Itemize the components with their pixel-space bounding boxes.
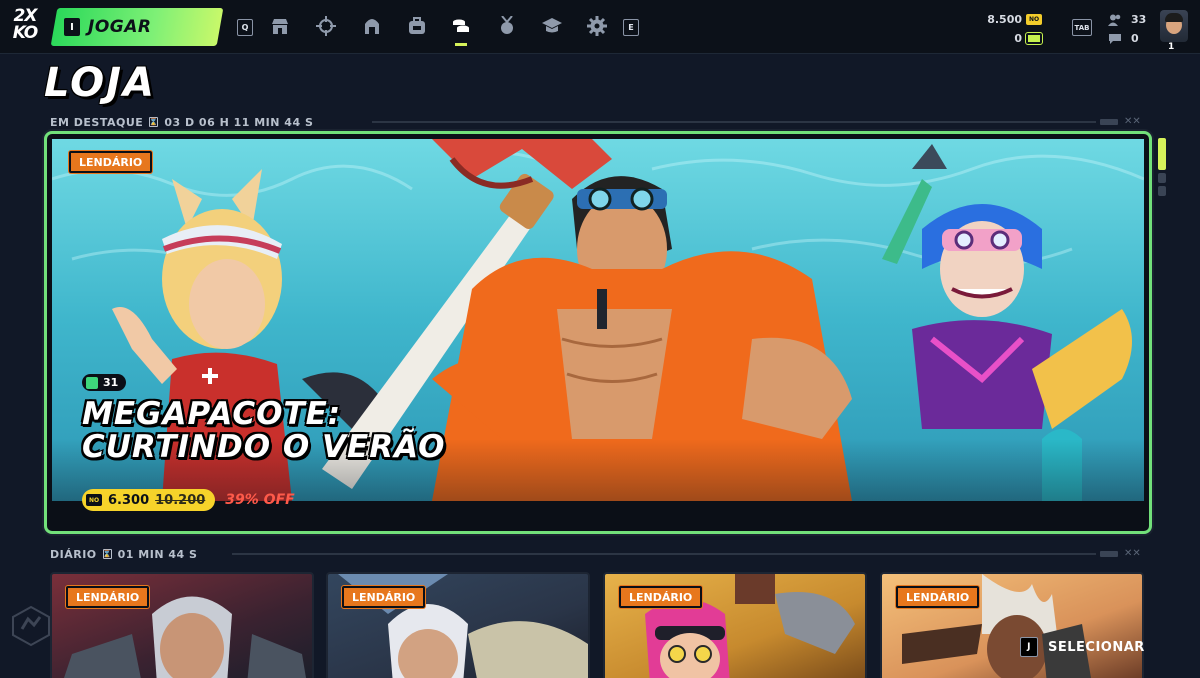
daily-item-card[interactable]: LENDÁRIO xyxy=(326,572,590,678)
player-level: 1 xyxy=(1168,42,1175,52)
rarity-badge: LENDÁRIO xyxy=(342,586,426,608)
bundle-count-value: 31 xyxy=(103,376,119,389)
carousel-dot[interactable] xyxy=(1158,186,1166,196)
daily-item-card[interactable]: LENDÁRIO xyxy=(603,572,867,678)
bundle-title-line1: MEGAPACOTE: xyxy=(82,396,342,432)
featured-carousel-indicator[interactable] xyxy=(1158,138,1166,199)
rarity-badge: LENDÁRIO xyxy=(619,586,703,608)
active-nav-indicator xyxy=(455,43,467,46)
featured-section-label: EM DESTAQUE xyxy=(50,115,144,129)
social-panel[interactable]: 33 0 xyxy=(1108,10,1146,48)
carousel-dot[interactable] xyxy=(1158,173,1166,183)
coins-icon[interactable] xyxy=(450,15,472,37)
featured-section-header: EM DESTAQUE ⌛ 03 D 06 H 11 MIN 44 S xyxy=(50,115,313,129)
rarity-badge: LENDÁRIO xyxy=(896,586,980,608)
premium-currency-amount: 8.500 xyxy=(987,13,1022,26)
gear-icon[interactable] xyxy=(586,15,608,37)
featured-bundle-card[interactable]: LENDÁRIO xyxy=(44,131,1152,534)
messages-count: 0 xyxy=(1131,32,1139,45)
watermark-logo-icon xyxy=(12,605,50,647)
friends-icon xyxy=(1108,14,1121,26)
select-hint: J SELECIONAR xyxy=(1020,637,1145,657)
price-pill[interactable]: NO 6.300 10.200 xyxy=(82,489,216,511)
rarity-badge: LENDÁRIO xyxy=(69,151,153,173)
select-key: J xyxy=(1020,637,1038,657)
top-navigation-bar: 2X KO I JOGAR Q E 8.500 NO 0 TAB 33 0 1 xyxy=(0,0,1200,54)
crosshair-icon[interactable] xyxy=(315,15,337,37)
play-button[interactable]: I JOGAR xyxy=(50,8,224,46)
daily-item-card[interactable]: LENDÁRIO xyxy=(50,572,314,678)
prev-tab-key[interactable]: Q xyxy=(237,19,253,36)
helmet-icon[interactable] xyxy=(361,15,383,37)
friends-count: 33 xyxy=(1131,13,1147,26)
bundle-title-line2: CURTINDO O VERÃO xyxy=(82,429,446,465)
secondary-currency-amount: 0 xyxy=(1014,32,1022,45)
play-button-label: JOGAR xyxy=(88,17,152,37)
section-decoration: ✕✕ xyxy=(1100,548,1141,559)
player-avatar[interactable] xyxy=(1160,10,1188,42)
hourglass-icon: ⌛ xyxy=(149,117,159,127)
daily-section-label: DIÁRIO xyxy=(50,547,97,561)
section-divider xyxy=(372,121,1096,123)
bundle-old-price: 10.200 xyxy=(155,492,206,508)
next-tab-key[interactable]: E xyxy=(623,19,639,36)
game-logo[interactable]: 2X KO xyxy=(6,8,44,44)
bundle-price-row[interactable]: NO 6.300 10.200 39% OFF xyxy=(82,489,295,511)
chat-icon xyxy=(1109,33,1121,44)
daily-timer: 01 MIN 44 S xyxy=(117,547,198,561)
play-key-hint: I xyxy=(64,18,80,36)
rarity-badge: LENDÁRIO xyxy=(66,586,150,608)
hourglass-icon: ⌛ xyxy=(102,549,112,559)
page-title: LOJA xyxy=(44,60,156,106)
carousel-dot-active[interactable] xyxy=(1158,138,1166,170)
daily-item-card[interactable]: LENDÁRIO xyxy=(880,572,1144,678)
graduation-cap-icon[interactable] xyxy=(541,15,563,37)
secondary-currency-icon xyxy=(1025,32,1043,45)
bundle-item-count: 31 xyxy=(82,374,127,391)
featured-timer: 03 D 06 H 11 MIN 44 S xyxy=(164,115,314,129)
bundle-title: MEGAPACOTE: CURTINDO O VERÃO xyxy=(82,398,445,464)
social-tab-key[interactable]: TAB xyxy=(1072,19,1092,36)
medal-icon[interactable] xyxy=(496,15,518,37)
store-icon[interactable] xyxy=(269,15,291,37)
bundle-price: 6.300 xyxy=(108,492,150,508)
premium-currency-icon: NO xyxy=(1026,14,1042,25)
currency-display[interactable]: 8.500 NO 0 xyxy=(987,10,1043,48)
daily-section-header: DIÁRIO ⌛ 01 MIN 44 S xyxy=(50,547,197,561)
premium-coin-icon: NO xyxy=(86,494,102,506)
bundle-gem-icon xyxy=(86,376,98,389)
section-divider xyxy=(232,553,1096,555)
section-decoration: ✕✕ xyxy=(1100,116,1141,127)
discount-label: 39% OFF xyxy=(225,492,295,508)
backpack-icon[interactable] xyxy=(406,15,428,37)
select-label: SELECIONAR xyxy=(1048,639,1145,655)
